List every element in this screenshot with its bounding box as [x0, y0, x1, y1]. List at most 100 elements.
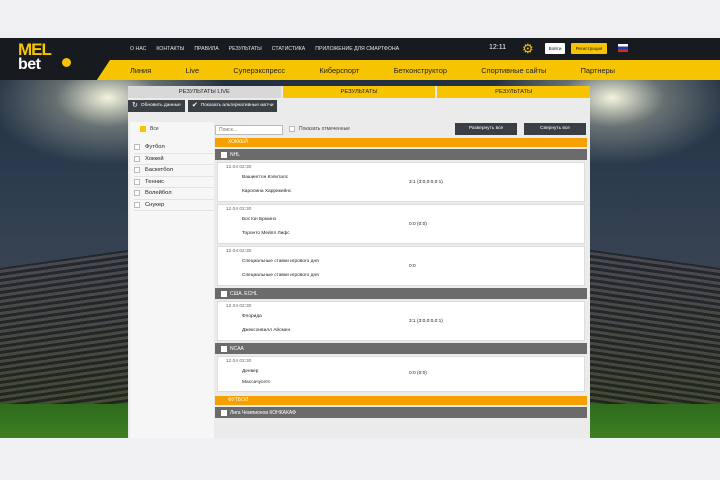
- nav-line[interactable]: Линия: [130, 66, 151, 75]
- match-row: 12.04 02:30 Денвер Массачусетс 0:0 (0:0): [217, 356, 585, 392]
- match-team-away: Торонто Мейпл Лифс: [242, 231, 290, 236]
- sports-list: Футбол Хоккей Баскетбол Теннис Волейбол …: [134, 142, 214, 211]
- match-time: 12.04 02:30: [226, 207, 252, 212]
- refresh-label: Обновить данные: [140, 103, 181, 108]
- logo[interactable]: MEL bet: [10, 40, 71, 78]
- clock: 12:11: [489, 44, 506, 51]
- sport-item-volleyball[interactable]: Волейбол: [134, 188, 214, 200]
- sport-checkbox[interactable]: [134, 155, 140, 162]
- sport-label: Баскетбол: [145, 167, 174, 174]
- nav-partners[interactable]: Партнеры: [581, 66, 615, 75]
- sport-label: Хоккей: [145, 155, 164, 162]
- logo-text-bottom: bet: [18, 56, 41, 73]
- sport-header-hockey[interactable]: ХОККЕЙ: [215, 138, 587, 147]
- match-team-away: Специальные ставки игрового дня: [242, 273, 319, 278]
- match-score: 3:1 (3:0,0:0,0:1): [409, 319, 443, 324]
- match-team-away: Массачусетс: [242, 380, 271, 385]
- top-menu: О НАС КОНТАКТЫ ПРАВИЛА РЕЗУЛЬТАТЫ СТАТИС…: [130, 38, 399, 60]
- match-row: 12.04 02:30 Специальные ставки игрового …: [217, 246, 585, 286]
- league-checkbox[interactable]: [221, 345, 227, 352]
- league-checkbox[interactable]: [221, 290, 227, 297]
- match-team-away: Каролина Харрикейнс: [242, 189, 292, 194]
- league-header[interactable]: США. ECHL: [215, 288, 587, 299]
- top-menu-about[interactable]: О НАС: [130, 46, 146, 52]
- top-menu-results[interactable]: РЕЗУЛЬТАТЫ: [229, 46, 262, 52]
- sport-item-tennis[interactable]: Теннис: [134, 177, 214, 188]
- league-header[interactable]: NHL: [215, 149, 587, 160]
- results-toolbar: ↻ Обновить данные ✔ Показать альтернатив…: [128, 98, 590, 114]
- league-name: США. ECHL: [230, 290, 258, 297]
- show-alt-label: Показать альтернативные матчи: [200, 103, 274, 108]
- sport-label: Теннис: [145, 178, 164, 185]
- sport-item-basketball[interactable]: Баскетбол: [134, 165, 214, 177]
- match-team-home: Бостон Брюинз: [242, 217, 276, 222]
- match-time: 12.04 02:30: [226, 359, 252, 364]
- expand-all-button[interactable]: Развернуть все: [455, 123, 517, 135]
- nav-betconstructor[interactable]: Бетконструктор: [394, 66, 447, 75]
- sport-header-football[interactable]: ФУТБОЛ: [215, 396, 587, 405]
- sport-checkbox[interactable]: [134, 167, 140, 174]
- language-flag-icon[interactable]: [618, 44, 628, 52]
- nav-live[interactable]: Live: [186, 66, 200, 75]
- match-team-home: Денвер: [242, 369, 259, 374]
- match-row: 12.04 02:30 Бостон Брюинз Торонто Мейпл …: [217, 204, 585, 244]
- main-menu: Линия Live Суперэкспресс Киберспорт Бетк…: [110, 60, 635, 80]
- nav-superexpress[interactable]: Суперэкспресс: [233, 66, 285, 75]
- results-tabs: РЕЗУЛЬТАТЫ LIVE РЕЗУЛЬТАТЫ РЕЗУЛЬТАТЫ: [128, 86, 591, 98]
- match-score: 3:1 (3:0,0:0,0:1): [409, 180, 443, 185]
- match-team-home: Флорида: [242, 314, 262, 319]
- tab-results[interactable]: РЕЗУЛЬТАТЫ: [282, 86, 436, 98]
- league-name: NHL: [230, 151, 241, 158]
- sport-label: Волейбол: [145, 190, 172, 197]
- tab-results-live[interactable]: РЕЗУЛЬТАТЫ LIVE: [128, 86, 281, 98]
- sport-label: Снукер: [145, 201, 165, 208]
- sport-checkbox[interactable]: [134, 178, 140, 185]
- register-button[interactable]: Регистрация: [571, 43, 607, 54]
- match-score: 0:0 (0:0): [409, 371, 427, 376]
- refresh-icon: ↻: [132, 102, 138, 109]
- top-menu-contacts[interactable]: КОНТАКТЫ: [156, 46, 184, 52]
- league-header[interactable]: NCAA: [215, 343, 587, 354]
- top-bar: О НАС КОНТАКТЫ ПРАВИЛА РЕЗУЛЬТАТЫ СТАТИС…: [0, 38, 720, 60]
- collapse-all-button[interactable]: Свернуть все: [524, 123, 586, 135]
- checkmark-icon: ✔: [191, 102, 198, 109]
- show-alt-matches-button[interactable]: ✔ Показать альтернативные матчи: [187, 100, 278, 112]
- sport-checkbox[interactable]: [134, 190, 140, 197]
- all-label: Все: [150, 126, 159, 132]
- top-menu-app[interactable]: ПРИЛОЖЕНИЕ ДЛЯ СМАРТФОНА: [315, 46, 399, 52]
- match-score: 0:0: [409, 264, 416, 269]
- tab-results-2[interactable]: РЕЗУЛЬТАТЫ: [437, 86, 591, 98]
- league-checkbox[interactable]: [221, 409, 227, 416]
- gear-icon[interactable]: ⚙: [522, 42, 535, 55]
- top-menu-rules[interactable]: ПРАВИЛА: [194, 46, 218, 52]
- sport-label: Футбол: [145, 144, 165, 151]
- match-time: 12.04 02:30: [226, 249, 252, 254]
- sport-item-football[interactable]: Футбол: [134, 142, 214, 154]
- nav-sport-sites[interactable]: Спортивные сайты: [481, 66, 546, 75]
- all-checkbox[interactable]: [140, 126, 146, 132]
- match-team-home: Специальные ставки игрового дня: [242, 259, 319, 264]
- sport-item-hockey[interactable]: Хоккей: [134, 154, 214, 165]
- show-selected-toggle[interactable]: Показать отмеченные: [289, 126, 350, 132]
- filter-all[interactable]: Все: [140, 126, 159, 132]
- show-selected-checkbox[interactable]: [289, 126, 295, 132]
- refresh-button[interactable]: ↻ Обновить данные: [128, 100, 185, 112]
- search-input[interactable]: Поиск...: [215, 125, 283, 135]
- results-panel: РЕЗУЛЬТАТЫ LIVE РЕЗУЛЬТАТЫ РЕЗУЛЬТАТЫ ↻ …: [128, 86, 591, 438]
- nav-esports[interactable]: Киберспорт: [319, 66, 359, 75]
- logo-dot-icon: [62, 58, 71, 67]
- results-list: ХОККЕЙ NHL 12.04 02:30 Вашингтон Кэпитал…: [215, 138, 587, 438]
- sport-checkbox[interactable]: [134, 201, 140, 208]
- show-selected-label: Показать отмеченные: [299, 126, 350, 132]
- match-row: 12.04 02:30 Флорида Джексонвилл Айсмен 3…: [217, 301, 585, 341]
- league-checkbox[interactable]: [221, 151, 227, 158]
- sport-checkbox[interactable]: [134, 144, 140, 151]
- login-button[interactable]: Войти: [545, 43, 565, 54]
- match-time: 12.04 02:30: [226, 304, 252, 309]
- sport-item-snooker[interactable]: Снукер: [134, 200, 214, 211]
- main-nav: Линия Live Суперэкспресс Киберспорт Бетк…: [0, 60, 720, 80]
- league-name: Лига Чемпионов КОНКАКАФ: [230, 409, 296, 416]
- page-frame: О НАС КОНТАКТЫ ПРАВИЛА РЕЗУЛЬТАТЫ СТАТИС…: [0, 38, 720, 438]
- league-header[interactable]: Лига Чемпионов КОНКАКАФ: [215, 407, 587, 418]
- top-menu-statistics[interactable]: СТАТИСТИКА: [272, 46, 305, 52]
